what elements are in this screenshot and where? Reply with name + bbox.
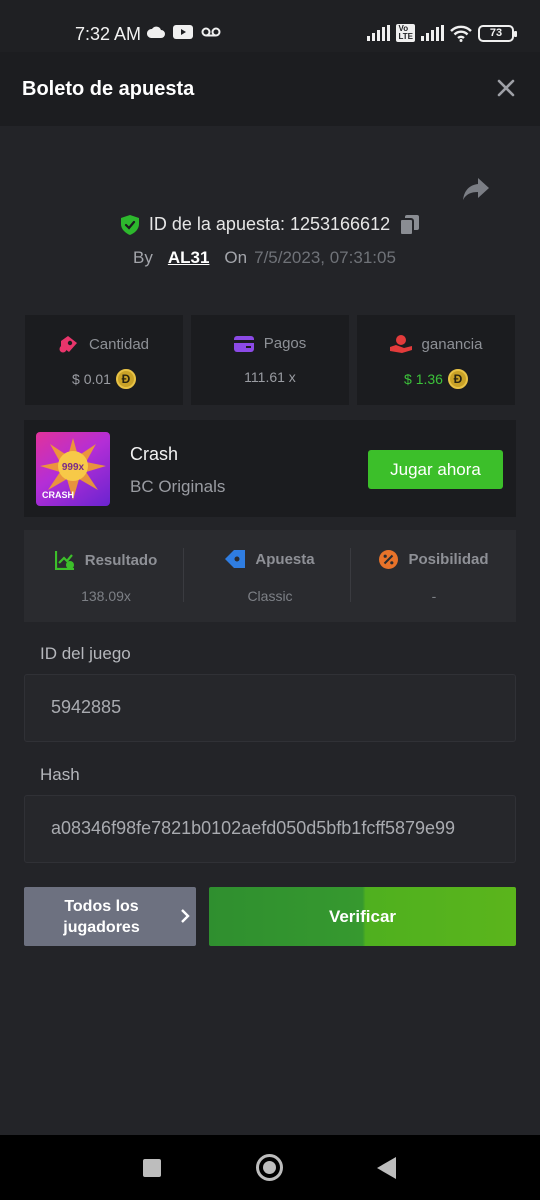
status-right-icons: Vo LTE 73 bbox=[367, 24, 517, 42]
wifi-icon bbox=[450, 25, 472, 42]
wallet-icon bbox=[233, 335, 254, 352]
stat-pagos: Pagos 111.61 x bbox=[191, 315, 349, 405]
money-bag-icon bbox=[59, 336, 77, 353]
game-card: 999x CRASH Crash BC Originals Jugar ahor… bbox=[24, 420, 516, 517]
game-thumbnail[interactable]: 999x CRASH bbox=[36, 432, 110, 506]
stat-ganancia: ganancia $ 1.36 Ð bbox=[357, 315, 515, 405]
on-label: On bbox=[224, 248, 248, 267]
hash-label: Hash bbox=[40, 765, 80, 784]
percent-icon bbox=[379, 550, 399, 569]
stat-value: $ 1.36 bbox=[404, 371, 443, 387]
chance-label: Posibilidad bbox=[408, 551, 489, 568]
youtube-icon bbox=[173, 25, 193, 39]
header: Boleto de apuesta bbox=[0, 52, 540, 126]
coin-icon: Ð bbox=[447, 369, 468, 389]
coin-icon: Ð bbox=[115, 369, 136, 389]
crash-graphic: 999x CRASH bbox=[40, 438, 106, 500]
game-id-label: ID del juego bbox=[40, 644, 131, 663]
ticket-icon bbox=[225, 550, 246, 568]
bet-author-row: By AL31 On 7/5/2023, 07:31:05 bbox=[133, 248, 396, 268]
result-panel: Resultado 138.09x Apuesta Classic Posibi… bbox=[24, 530, 516, 622]
divider bbox=[350, 548, 351, 602]
bet-date: 7/5/2023, 07:31:05 bbox=[254, 248, 396, 267]
battery-level: 73 bbox=[489, 27, 503, 39]
chevron-right-icon bbox=[181, 909, 190, 923]
hash-value: a08346f98fe7821b0102aefd050d5bfb1fcff587… bbox=[51, 818, 456, 838]
share-icon[interactable] bbox=[462, 176, 490, 202]
divider bbox=[183, 548, 184, 602]
by-label: By bbox=[133, 248, 153, 267]
stat-value: $ 0.01 bbox=[72, 371, 111, 387]
hand-coin-icon bbox=[389, 335, 412, 353]
signal-icon bbox=[367, 25, 391, 41]
battery-icon: 73 bbox=[478, 24, 517, 42]
result-value: 138.09x bbox=[81, 588, 131, 604]
thumb-caption: CRASH bbox=[42, 490, 74, 500]
thumb-multiplier: 999x bbox=[62, 462, 85, 473]
status-left-icons bbox=[147, 25, 221, 39]
chance-value: - bbox=[431, 588, 437, 604]
stat-label: ganancia bbox=[421, 335, 483, 353]
user-link[interactable]: AL31 bbox=[168, 248, 210, 268]
verify-button[interactable]: Verificar bbox=[209, 887, 516, 946]
chart-check-icon bbox=[54, 551, 74, 570]
result-label: Resultado bbox=[84, 551, 158, 569]
bet-id: ID de la apuesta: 1253166612 bbox=[148, 214, 391, 234]
home-icon[interactable] bbox=[256, 1154, 283, 1181]
game-id-value: 5942885 bbox=[51, 697, 122, 717]
signal-icon bbox=[421, 25, 444, 41]
cloud-icon bbox=[147, 26, 165, 38]
all-players-button[interactable]: Todos los jugadores bbox=[24, 887, 196, 946]
page-title: Boleto de apuesta bbox=[22, 78, 195, 100]
bet-type-value: Classic bbox=[247, 588, 293, 604]
stat-label: Pagos bbox=[263, 335, 307, 352]
close-icon[interactable] bbox=[494, 76, 518, 100]
shield-check-icon bbox=[120, 214, 139, 235]
game-name: Crash bbox=[130, 444, 179, 464]
game-provider: BC Originals bbox=[130, 477, 226, 496]
bet-type-column: Apuesta Classic bbox=[188, 530, 352, 622]
system-nav-bar bbox=[0, 1135, 540, 1200]
status-time: 7:32 AM bbox=[75, 24, 142, 44]
recents-icon[interactable] bbox=[143, 1159, 161, 1177]
result-column: Resultado 138.09x bbox=[24, 530, 188, 622]
stat-label: Cantidad bbox=[88, 335, 150, 353]
chance-column: Posibilidad - bbox=[352, 530, 516, 622]
status-bar: 7:32 AM Vo LTE 73 bbox=[0, 0, 540, 52]
back-icon[interactable] bbox=[377, 1157, 396, 1179]
voicemail-icon bbox=[201, 27, 221, 37]
play-now-button[interactable]: Jugar ahora bbox=[368, 450, 503, 489]
all-players-line2: jugadores bbox=[63, 919, 140, 936]
all-players-line1: Todos los bbox=[64, 898, 139, 915]
bet-id-row: ID de la apuesta: 1253166612 bbox=[0, 214, 540, 235]
game-id-field[interactable]: 5942885 bbox=[24, 674, 516, 742]
stat-cantidad: Cantidad $ 0.01 Ð bbox=[25, 315, 183, 405]
stat-value: 111.61 x bbox=[244, 369, 296, 385]
hash-field[interactable]: a08346f98fe7821b0102aefd050d5bfb1fcff587… bbox=[24, 795, 516, 863]
volte-icon: Vo LTE bbox=[396, 24, 415, 42]
copy-icon[interactable] bbox=[400, 214, 420, 235]
bet-type-label: Apuesta bbox=[255, 550, 315, 568]
